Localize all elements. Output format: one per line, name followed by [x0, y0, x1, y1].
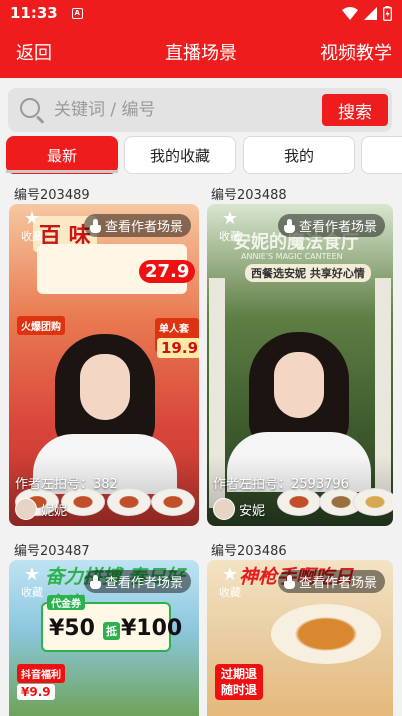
star-icon: ★ [23, 208, 41, 229]
user-info: 安妮 [213, 498, 265, 520]
favorite-button[interactable]: ★ 收藏 [17, 210, 47, 244]
search-button[interactable]: 搜索 [322, 94, 388, 126]
tab-indicator [6, 170, 118, 173]
favorite-button[interactable]: ★ 收藏 [215, 566, 245, 600]
star-icon: ★ [221, 564, 239, 585]
star-icon: ★ [23, 564, 41, 585]
promo-badge: 过期退 随时退 [215, 664, 263, 700]
avatar [15, 498, 37, 520]
tab-bar: 最新 我的收藏 我的 [0, 134, 402, 174]
author-id: 作者左拍号：2593796 [213, 477, 349, 492]
card-id: 编号203488 [211, 188, 287, 203]
avatar [213, 498, 235, 520]
card-id: 编号203487 [14, 544, 90, 559]
search-bar: 搜索 [8, 88, 392, 132]
scene-card[interactable]: 安妮的魔法食厅 ANNIE'S MAGIC CANTEEN 西餐选安妮 共享好心… [207, 204, 393, 526]
wifi-icon [342, 6, 358, 20]
back-button[interactable]: 返回 [16, 39, 52, 65]
search-input[interactable] [46, 100, 322, 120]
status-time: 11:33 [10, 4, 58, 22]
price-tag: 19.9 [157, 338, 199, 358]
app-bar: 返回 直播场景 视频教学 [0, 26, 402, 78]
favorite-button[interactable]: ★ 收藏 [17, 566, 47, 600]
view-author-scene-button[interactable]: 查看作者场景 [277, 570, 385, 593]
price-tag: ¥9.9 [17, 684, 55, 700]
card-subtitle: ANNIE'S MAGIC CANTEEN [241, 252, 343, 261]
coupon-label: 代金券 [47, 595, 85, 610]
price-tag: 27.9 [139, 260, 196, 283]
notification-icon: A [71, 7, 83, 19]
coupon-mid: 抵 [103, 622, 120, 640]
food-plate [271, 604, 381, 664]
tab-favorites[interactable]: 我的收藏 [124, 136, 236, 174]
star-icon: ★ [221, 208, 239, 229]
promo-label: 抖音福利 [17, 664, 65, 683]
scene-card[interactable]: 百 味 27.9 火爆团购 单人套餐 19.9 ★收藏 查看作者场景 作者左拍号… [9, 204, 199, 526]
favorite-button[interactable]: ★ 收藏 [215, 210, 245, 244]
hand-pointer-icon [283, 574, 296, 589]
coupon-value: ¥100 [121, 616, 183, 641]
hand-pointer-icon [89, 218, 102, 233]
tab-more[interactable] [361, 136, 402, 174]
view-author-scene-button[interactable]: 查看作者场景 [83, 214, 191, 237]
coupon-value: ¥50 [49, 616, 95, 641]
user-info: 妮妮 [15, 498, 67, 520]
card-id: 编号203486 [211, 544, 287, 559]
scene-card[interactable]: 神枪手啊吃日 过期退 随时退 ★ 收藏 查看作者场景 [207, 560, 393, 716]
author-id: 作者左拍号：382 [15, 477, 118, 492]
card-slogan: 西餐选安妮 共享好心情 [245, 264, 371, 282]
coupon: 代金券 ¥50 抵 ¥100 [41, 595, 182, 652]
tab-mine[interactable]: 我的 [243, 136, 355, 174]
view-author-scene-button[interactable]: 查看作者场景 [277, 214, 385, 237]
hand-pointer-icon [89, 574, 102, 589]
promo-label: 火爆团购 [17, 316, 65, 335]
card-id: 编号203489 [14, 188, 90, 203]
status-bar: 11:33 A [0, 0, 402, 26]
scene-card[interactable]: 奋力拼搏 春日好食光 代金券 ¥50 抵 ¥100 抖音福利 ¥9.9 ★收藏 … [9, 560, 199, 716]
video-tutorial-button[interactable]: 视频教学 [320, 39, 392, 65]
signal-icon [364, 6, 377, 20]
tab-latest[interactable]: 最新 [6, 136, 118, 174]
battery-icon [383, 5, 392, 21]
search-icon [18, 96, 46, 124]
view-author-scene-button[interactable]: 查看作者场景 [83, 570, 191, 593]
hand-pointer-icon [283, 218, 296, 233]
